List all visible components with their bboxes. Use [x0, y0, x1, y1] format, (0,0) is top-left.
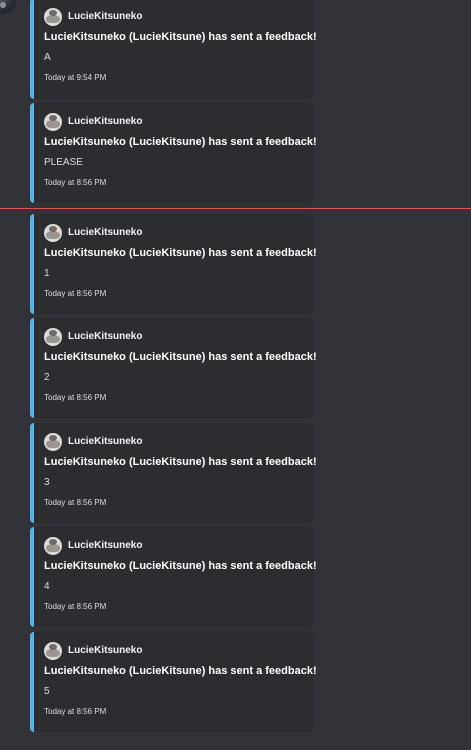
user-avatar[interactable]	[0, 0, 16, 14]
embed-title: LucieKitsuneko (LucieKitsune) has sent a…	[44, 136, 317, 148]
embed-author-name[interactable]: LucieKitsuneko	[68, 642, 142, 660]
embed-author[interactable]: LucieKitsuneko	[44, 433, 142, 451]
embed-author-name[interactable]: LucieKitsuneko	[68, 8, 142, 26]
author-avatar-icon	[44, 8, 62, 26]
feedback-embed: LucieKitsuneko LucieKitsuneko (LucieKits…	[30, 214, 317, 314]
embed-title: LucieKitsuneko (LucieKitsune) has sent a…	[44, 560, 317, 572]
embed-title: LucieKitsuneko (LucieKitsune) has sent a…	[44, 351, 317, 363]
embed-timestamp: Today at 8:56 PM	[44, 707, 107, 716]
feedback-embed: LucieKitsuneko LucieKitsuneko (LucieKits…	[30, 0, 317, 99]
embed-description: PLEASE	[44, 157, 83, 168]
feedback-embed: LucieKitsuneko LucieKitsuneko (LucieKits…	[30, 318, 317, 418]
embed-author[interactable]: LucieKitsuneko	[44, 537, 142, 555]
embed-title: LucieKitsuneko (LucieKitsune) has sent a…	[44, 31, 317, 43]
author-avatar-icon	[44, 224, 62, 242]
embed-author[interactable]: LucieKitsuneko	[44, 224, 142, 242]
embed-author-name[interactable]: LucieKitsuneko	[68, 537, 142, 555]
embed-author-name[interactable]: LucieKitsuneko	[68, 113, 142, 131]
embed-author-name[interactable]: LucieKitsuneko	[68, 433, 142, 451]
embed-author[interactable]: LucieKitsuneko	[44, 8, 142, 26]
embed-timestamp: Today at 8:56 PM	[44, 602, 107, 611]
embed-author[interactable]: LucieKitsuneko	[44, 328, 142, 346]
embed-description: A	[44, 52, 51, 63]
embed-timestamp: Today at 8:56 PM	[44, 498, 107, 507]
author-avatar-icon	[44, 328, 62, 346]
author-avatar-icon	[44, 113, 62, 131]
embed-title: LucieKitsuneko (LucieKitsune) has sent a…	[44, 247, 317, 259]
embed-timestamp: Today at 9:54 PM	[44, 73, 107, 82]
embed-author[interactable]: LucieKitsuneko	[44, 642, 142, 660]
feedback-embed: LucieKitsuneko LucieKitsuneko (LucieKits…	[30, 527, 317, 627]
embed-description: 5	[44, 686, 50, 697]
embed-author-name[interactable]: LucieKitsuneko	[68, 224, 142, 242]
new-messages-divider	[0, 208, 471, 209]
embed-description: 4	[44, 581, 50, 592]
feedback-embed: LucieKitsuneko LucieKitsuneko (LucieKits…	[30, 423, 317, 523]
embed-description: 1	[44, 268, 50, 279]
embed-title: LucieKitsuneko (LucieKitsune) has sent a…	[44, 665, 317, 677]
embed-author-name[interactable]: LucieKitsuneko	[68, 328, 142, 346]
embed-timestamp: Today at 8:56 PM	[44, 289, 107, 298]
embed-description: 2	[44, 372, 50, 383]
author-avatar-icon	[44, 433, 62, 451]
author-avatar-icon	[44, 537, 62, 555]
author-avatar-icon	[44, 642, 62, 660]
embed-timestamp: Today at 8:56 PM	[44, 393, 107, 402]
feedback-embed: LucieKitsuneko LucieKitsuneko (LucieKits…	[30, 632, 317, 732]
embed-title: LucieKitsuneko (LucieKitsune) has sent a…	[44, 456, 317, 468]
embed-timestamp: Today at 8:56 PM	[44, 178, 107, 187]
embed-description: 3	[44, 477, 50, 488]
feedback-embed: LucieKitsuneko LucieKitsuneko (LucieKits…	[30, 103, 317, 203]
embed-author[interactable]: LucieKitsuneko	[44, 113, 142, 131]
